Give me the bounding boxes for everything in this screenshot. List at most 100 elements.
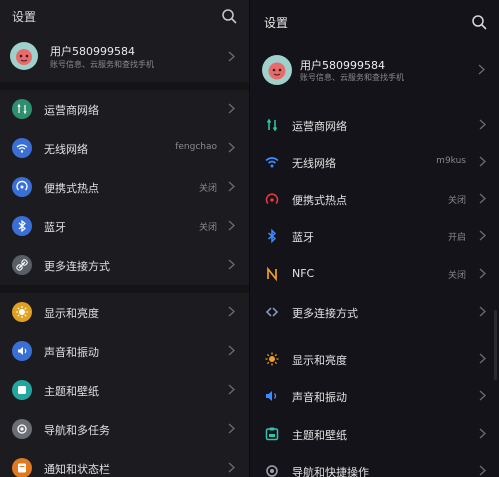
chevron-right-icon (228, 423, 235, 434)
account-name: 用户580999584 (50, 45, 135, 58)
settings-item-label: 蓝牙 (292, 231, 314, 244)
chevron-right-icon (228, 220, 235, 231)
chevron-right-icon (479, 193, 486, 204)
hotspot-icon (12, 177, 32, 197)
scrollbar[interactable] (494, 310, 497, 380)
sound-icon (12, 341, 32, 361)
settings-item-value: m9kus (436, 156, 466, 166)
section-divider (0, 82, 249, 90)
settings-item-label: 显示和亮度 (292, 354, 347, 367)
left-settings-item[interactable]: 声音和振动 (0, 332, 249, 370)
right-settings-item[interactable]: 便携式热点 关闭 (250, 181, 499, 218)
settings-item-label: 主题和壁纸 (44, 385, 99, 398)
left-page-title: 设置 (12, 10, 37, 24)
right-settings-item[interactable]: 导航和快捷操作 (250, 453, 499, 477)
settings-item-label: 便携式热点 (44, 182, 99, 195)
navigation-icon (12, 419, 32, 439)
left-settings-panel: 设置 用户580999584 账号信息、云服务和查找手机 运营商网络 无线网络 … (0, 0, 249, 477)
chevron-right-icon (228, 181, 235, 192)
brightness-icon (264, 351, 280, 367)
left-settings-item[interactable]: 便携式热点 关闭 (0, 168, 249, 206)
settings-item-value: fengchao (175, 142, 217, 152)
right-settings-item[interactable]: NFC 关闭 (250, 256, 499, 293)
chevron-right-icon (228, 259, 235, 270)
settings-item-value: 关闭 (198, 223, 217, 233)
screenshot-comparison: 设置 用户580999584 账号信息、云服务和查找手机 运营商网络 无线网络 … (0, 0, 499, 477)
chevron-right-icon (228, 142, 235, 153)
chevron-right-icon (478, 64, 485, 75)
account-name: 用户580999584 (300, 59, 385, 72)
right-settings-panel: 设置 用户580999584 账号信息、云服务和查找手机 运营商网络无线网络 m9… (249, 0, 499, 477)
settings-item-label: 无线网络 (44, 143, 88, 156)
theme-icon (12, 380, 32, 400)
chevron-right-icon (479, 230, 486, 241)
search-icon[interactable] (221, 8, 237, 24)
settings-item-label: 无线网络 (292, 157, 336, 170)
cellular-icon (12, 99, 32, 119)
left-settings-item[interactable]: 更多连接方式 (0, 246, 249, 284)
right-settings-item[interactable]: 更多连接方式 (250, 294, 499, 331)
theme-icon (264, 426, 280, 442)
settings-item-label: 更多连接方式 (44, 260, 110, 273)
search-icon[interactable] (471, 14, 487, 30)
section-divider (0, 285, 249, 293)
settings-item-label: 运营商网络 (292, 120, 347, 133)
chevron-right-icon (228, 306, 235, 317)
link-icon (12, 255, 32, 275)
right-settings-item[interactable]: 蓝牙 开启 (250, 218, 499, 255)
chevron-right-icon (479, 353, 486, 364)
settings-item-label: 蓝牙 (44, 221, 66, 234)
right-settings-item[interactable]: 主题和壁纸 (250, 416, 499, 453)
navigation-icon (264, 463, 280, 477)
hotspot-icon (264, 191, 280, 207)
left-settings-item[interactable]: 蓝牙 关闭 (0, 207, 249, 245)
right-settings-item[interactable]: 无线网络 m9kus (250, 144, 499, 181)
bluetooth-icon (12, 216, 32, 236)
sound-icon (264, 388, 280, 404)
settings-item-label: 主题和壁纸 (292, 429, 347, 442)
settings-item-label: 导航和快捷操作 (292, 466, 369, 477)
link-icon (264, 304, 280, 320)
left-top-bar: 设置 (0, 0, 249, 32)
right-settings-item[interactable]: 声音和振动 (250, 378, 499, 415)
account-subtitle: 账号信息、云服务和查找手机 (300, 73, 404, 82)
avatar (262, 55, 292, 85)
settings-item-value: 关闭 (198, 184, 217, 194)
left-settings-item[interactable]: 无线网络 fengchao (0, 129, 249, 167)
settings-item-label: 声音和振动 (292, 391, 347, 404)
chevron-right-icon (228, 462, 235, 473)
chevron-right-icon (479, 156, 486, 167)
avatar-face-icon (268, 62, 286, 80)
left-settings-item[interactable]: 通知和状态栏 (0, 449, 249, 477)
chevron-right-icon (479, 465, 486, 476)
account-subtitle: 账号信息、云服务和查找手机 (50, 60, 154, 69)
wifi-icon (264, 154, 280, 170)
chevron-right-icon (479, 306, 486, 317)
chevron-right-icon (228, 384, 235, 395)
brightness-icon (12, 302, 32, 322)
notification-icon (12, 458, 32, 477)
chevron-right-icon (479, 268, 486, 279)
right-settings-item[interactable]: 显示和亮度 (250, 341, 499, 378)
settings-item-label: NFC (292, 267, 315, 280)
left-settings-item[interactable]: 主题和壁纸 (0, 371, 249, 409)
settings-item-label: 便携式热点 (292, 194, 347, 207)
settings-item-label: 导航和多任务 (44, 424, 110, 437)
settings-item-value: 关闭 (447, 271, 466, 281)
settings-item-label: 运营商网络 (44, 104, 99, 117)
left-settings-item[interactable]: 运营商网络 (0, 90, 249, 128)
cellular-icon (264, 117, 280, 133)
right-page-title: 设置 (264, 16, 289, 30)
chevron-right-icon (479, 119, 486, 130)
left-settings-item[interactable]: 导航和多任务 (0, 410, 249, 448)
nfc-icon (264, 266, 280, 282)
right-settings-item[interactable]: 运营商网络 (250, 107, 499, 144)
settings-item-label: 声音和振动 (44, 346, 99, 359)
settings-item-label: 通知和状态栏 (44, 463, 110, 476)
bluetooth-icon (264, 228, 280, 244)
left-account-row[interactable]: 用户580999584 账号信息、云服务和查找手机 (0, 34, 249, 80)
left-settings-item[interactable]: 显示和亮度 (0, 293, 249, 331)
chevron-right-icon (479, 390, 486, 401)
settings-item-label: 更多连接方式 (292, 307, 358, 320)
avatar (10, 42, 38, 70)
